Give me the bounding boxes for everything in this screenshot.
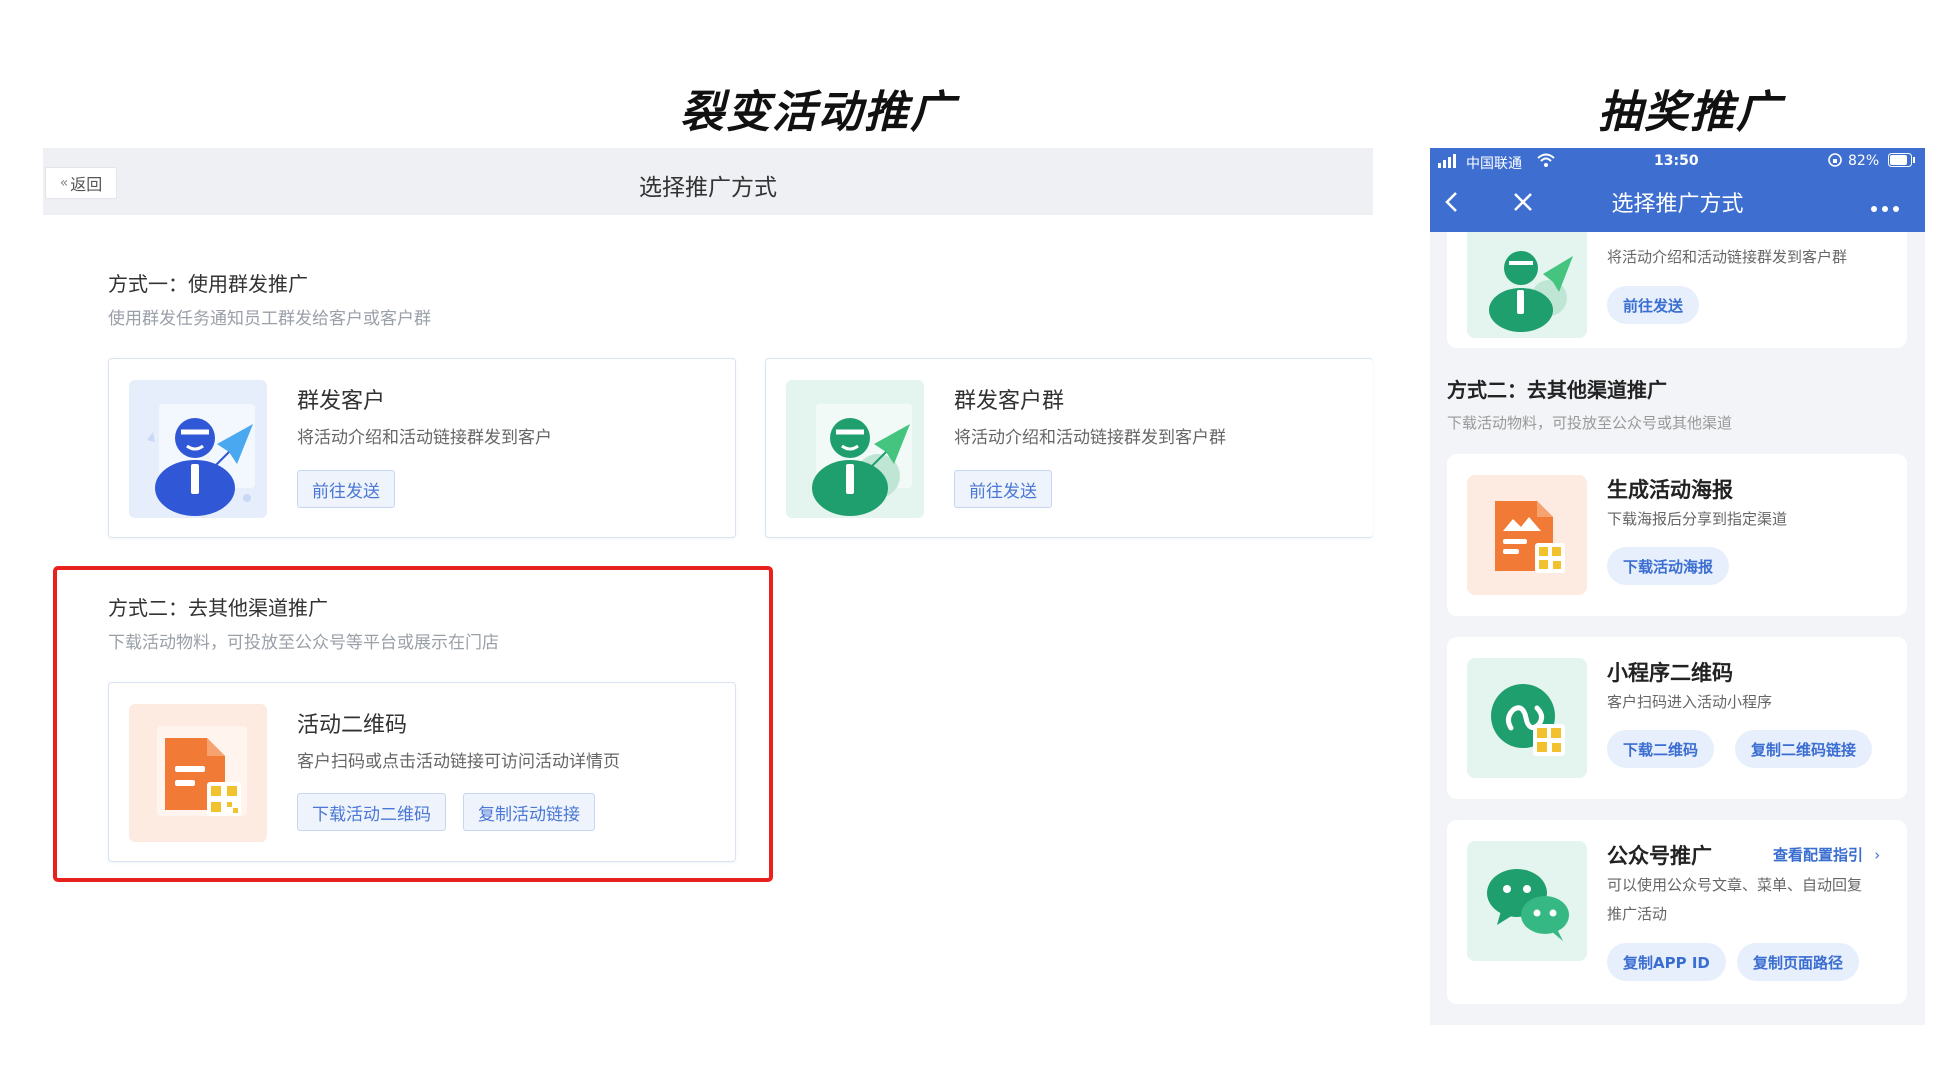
card-mini-program: 小程序二维码 客户扫码进入活动小程序 下载二维码 复制二维码链接 [1447,637,1907,799]
copy-qrcode-link-button[interactable]: 复制二维码链接 [1735,730,1873,768]
card-desc: 客户扫码或点击活动链接可访问活动详情页 [297,752,620,772]
card-group-send-customer: 群发客户 将活动介绍和活动链接群发到客户 前往发送 [108,358,736,538]
battery-label: 82% [1848,153,1880,169]
card-desc: 将活动介绍和活动链接群发到客户群 [954,428,1226,448]
heading-left: 裂变活动推广 [680,87,956,138]
battery-icon [1888,153,1916,171]
clock-label: 13:50 [1654,153,1699,169]
card-title: 活动二维码 [297,713,408,738]
more-icon[interactable] [1870,198,1900,217]
method2-desc: 下载活动物料，可投放至公众号等平台或展示在门店 [108,633,499,653]
view-guide-label: 查看配置指引 [1773,846,1864,864]
signal-icon [1438,154,1460,172]
method1-desc: 使用群发任务通知员工群发给客户或客户群 [108,309,431,329]
card-title: 生成活动海报 [1607,478,1733,502]
copy-page-path-button[interactable]: 复制页面路径 [1737,943,1860,981]
card-title: 公众号推广 [1607,844,1712,868]
section2-desc: 下载活动物料，可投放至公众号或其他渠道 [1447,414,1733,432]
card-desc-line2: 推广活动 [1607,905,1668,923]
copy-app-id-button[interactable]: 复制APP ID [1607,943,1726,981]
card-title: 小程序二维码 [1607,661,1733,685]
card-desc: 下载海报后分享到指定渠道 [1607,510,1788,528]
card-official-account: 公众号推广 查看配置指引 › 可以使用公众号文章、菜单、自动回复 推广活动 复制… [1447,820,1907,1004]
page-title: 选择推广方式 [639,175,777,201]
card-group-send-customer-group: 群发客户群 将活动介绍和活动链接群发到客户群 前往发送 [765,358,1373,538]
nav-title: 选择推广方式 [1611,192,1744,217]
method2-title: 方式二：去其他渠道推广 [108,596,328,620]
card-desc: 可以使用公众号文章、菜单、自动回复 [1607,876,1863,894]
lock-rotation-icon [1828,153,1842,171]
send-button[interactable]: 前往发送 [954,470,1052,508]
card-title: 群发客户 [297,389,386,414]
mini-program-icon [1467,658,1587,778]
phone-nav-bar: 中国联通 13:50 82% 选择推广方式 [1430,148,1925,232]
card-activity-qrcode: 活动二维码 客户扫码或点击活动链接可访问活动详情页 下载活动二维码 复制活动链接 [108,682,736,862]
poster-icon [1467,475,1587,595]
carrier-label: 中国联通 [1466,156,1522,172]
download-qrcode-button[interactable]: 下载二维码 [1607,730,1715,768]
phone-screen: 将活动介绍和活动链接群发到客户群 前往发送 中国联通 13:50 82% 选择推… [1430,148,1925,1025]
card-title: 群发客户群 [954,389,1065,414]
customer-group-illustration-icon [786,380,924,518]
heading-right: 抽奖推广 [1598,87,1782,138]
customer-group-illustration-icon [1467,218,1587,338]
card-desc: 将活动介绍和活动链接群发到客户群 [1607,248,1848,266]
download-poster-button[interactable]: 下载活动海报 [1607,547,1730,585]
view-guide-link[interactable]: 查看配置指引 › [1773,844,1880,865]
card-poster: 生成活动海报 下载海报后分享到指定渠道 下载活动海报 [1447,454,1907,616]
card-desc: 将活动介绍和活动链接群发到客户 [297,428,552,448]
send-button[interactable]: 前往发送 [1607,286,1700,324]
qrcode-document-icon [129,704,267,842]
card-desc: 客户扫码进入活动小程序 [1607,693,1773,711]
method1-title: 方式一：使用群发推广 [108,272,308,296]
section2-title: 方式二：去其他渠道推广 [1447,378,1667,402]
wifi-icon [1536,152,1556,172]
copy-link-button[interactable]: 复制活动链接 [463,793,595,831]
wechat-icon [1467,841,1587,961]
web-header: « 返回 选择推广方式 [43,148,1373,215]
customer-illustration-icon [129,380,267,518]
download-qrcode-button[interactable]: 下载活动二维码 [297,793,446,831]
send-button[interactable]: 前往发送 [297,470,395,508]
chevron-right-icon: › [1874,846,1881,864]
